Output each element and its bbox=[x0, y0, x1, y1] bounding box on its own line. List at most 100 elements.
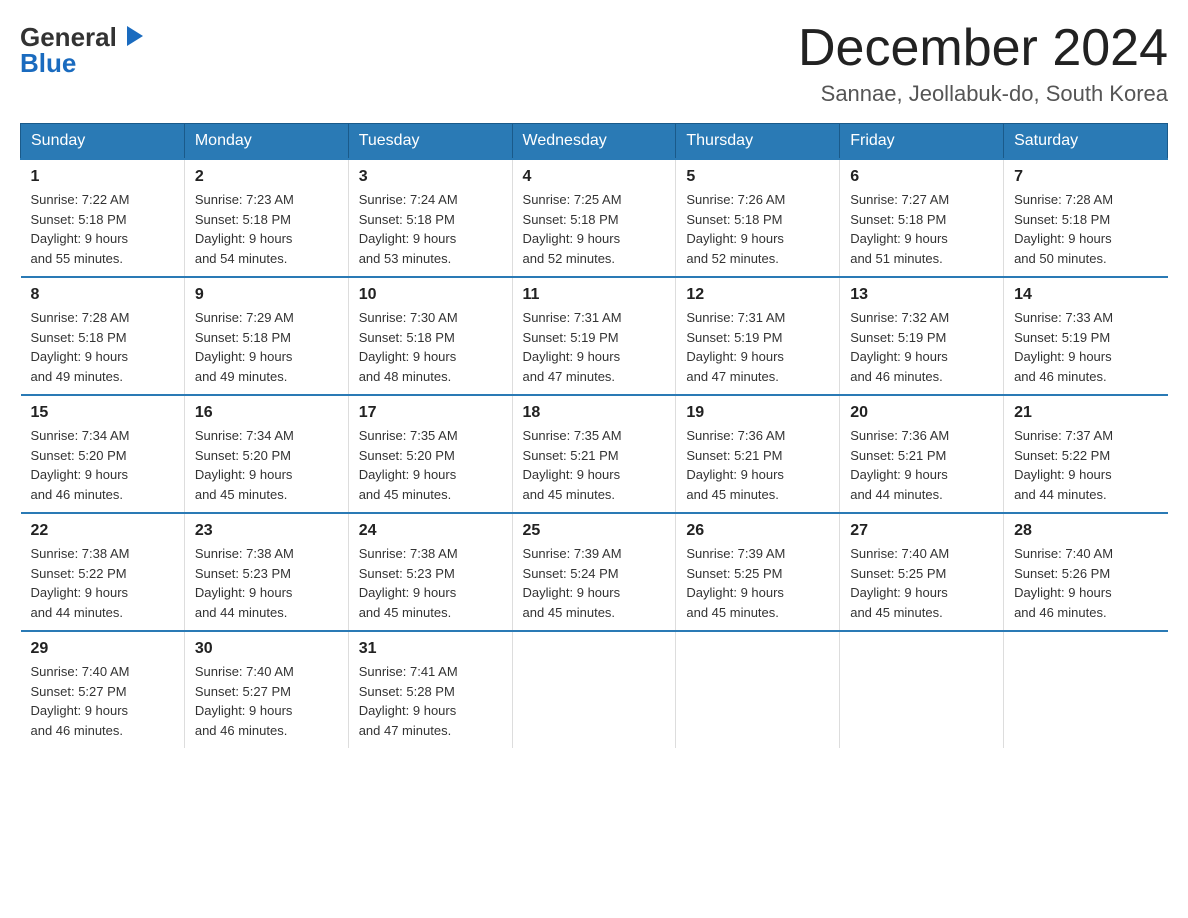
calendar-cell: 8 Sunrise: 7:28 AM Sunset: 5:18 PM Dayli… bbox=[21, 277, 185, 395]
calendar-cell: 25 Sunrise: 7:39 AM Sunset: 5:24 PM Dayl… bbox=[512, 513, 676, 631]
calendar-table: SundayMondayTuesdayWednesdayThursdayFrid… bbox=[20, 123, 1168, 748]
day-info: Sunrise: 7:40 AM Sunset: 5:25 PM Dayligh… bbox=[850, 544, 993, 622]
week-row-4: 22 Sunrise: 7:38 AM Sunset: 5:22 PM Dayl… bbox=[21, 513, 1168, 631]
day-info: Sunrise: 7:28 AM Sunset: 5:18 PM Dayligh… bbox=[31, 308, 174, 386]
calendar-cell: 10 Sunrise: 7:30 AM Sunset: 5:18 PM Dayl… bbox=[348, 277, 512, 395]
day-number: 19 bbox=[686, 404, 829, 422]
week-row-3: 15 Sunrise: 7:34 AM Sunset: 5:20 PM Dayl… bbox=[21, 395, 1168, 513]
day-number: 20 bbox=[850, 404, 993, 422]
day-info: Sunrise: 7:31 AM Sunset: 5:19 PM Dayligh… bbox=[523, 308, 666, 386]
calendar-cell: 15 Sunrise: 7:34 AM Sunset: 5:20 PM Dayl… bbox=[21, 395, 185, 513]
day-info: Sunrise: 7:30 AM Sunset: 5:18 PM Dayligh… bbox=[359, 308, 502, 386]
title-area: December 2024 Sannae, Jeollabuk-do, Sout… bbox=[798, 20, 1168, 107]
day-number: 27 bbox=[850, 522, 993, 540]
day-number: 4 bbox=[523, 168, 666, 186]
day-number: 18 bbox=[523, 404, 666, 422]
day-number: 29 bbox=[31, 640, 174, 658]
logo-general-text: General bbox=[20, 24, 117, 50]
week-row-5: 29 Sunrise: 7:40 AM Sunset: 5:27 PM Dayl… bbox=[21, 631, 1168, 748]
day-number: 10 bbox=[359, 286, 502, 304]
day-number: 15 bbox=[31, 404, 174, 422]
day-number: 31 bbox=[359, 640, 502, 658]
day-info: Sunrise: 7:22 AM Sunset: 5:18 PM Dayligh… bbox=[31, 190, 174, 268]
day-info: Sunrise: 7:36 AM Sunset: 5:21 PM Dayligh… bbox=[686, 426, 829, 504]
calendar-cell: 17 Sunrise: 7:35 AM Sunset: 5:20 PM Dayl… bbox=[348, 395, 512, 513]
week-row-2: 8 Sunrise: 7:28 AM Sunset: 5:18 PM Dayli… bbox=[21, 277, 1168, 395]
day-info: Sunrise: 7:25 AM Sunset: 5:18 PM Dayligh… bbox=[523, 190, 666, 268]
day-number: 21 bbox=[1014, 404, 1157, 422]
calendar-cell: 29 Sunrise: 7:40 AM Sunset: 5:27 PM Dayl… bbox=[21, 631, 185, 748]
day-info: Sunrise: 7:34 AM Sunset: 5:20 PM Dayligh… bbox=[195, 426, 338, 504]
day-number: 9 bbox=[195, 286, 338, 304]
day-info: Sunrise: 7:36 AM Sunset: 5:21 PM Dayligh… bbox=[850, 426, 993, 504]
day-number: 2 bbox=[195, 168, 338, 186]
calendar-cell: 11 Sunrise: 7:31 AM Sunset: 5:19 PM Dayl… bbox=[512, 277, 676, 395]
logo: General Blue bbox=[20, 20, 147, 76]
day-info: Sunrise: 7:40 AM Sunset: 5:27 PM Dayligh… bbox=[31, 662, 174, 740]
day-number: 3 bbox=[359, 168, 502, 186]
calendar-cell bbox=[512, 631, 676, 748]
day-info: Sunrise: 7:38 AM Sunset: 5:22 PM Dayligh… bbox=[31, 544, 174, 622]
day-number: 7 bbox=[1014, 168, 1157, 186]
calendar-cell: 27 Sunrise: 7:40 AM Sunset: 5:25 PM Dayl… bbox=[840, 513, 1004, 631]
calendar-cell: 12 Sunrise: 7:31 AM Sunset: 5:19 PM Dayl… bbox=[676, 277, 840, 395]
calendar-cell: 16 Sunrise: 7:34 AM Sunset: 5:20 PM Dayl… bbox=[184, 395, 348, 513]
calendar-cell: 23 Sunrise: 7:38 AM Sunset: 5:23 PM Dayl… bbox=[184, 513, 348, 631]
calendar-cell: 13 Sunrise: 7:32 AM Sunset: 5:19 PM Dayl… bbox=[840, 277, 1004, 395]
day-info: Sunrise: 7:24 AM Sunset: 5:18 PM Dayligh… bbox=[359, 190, 502, 268]
day-number: 13 bbox=[850, 286, 993, 304]
day-info: Sunrise: 7:34 AM Sunset: 5:20 PM Dayligh… bbox=[31, 426, 174, 504]
calendar-cell: 20 Sunrise: 7:36 AM Sunset: 5:21 PM Dayl… bbox=[840, 395, 1004, 513]
logo-blue-text: Blue bbox=[20, 50, 76, 76]
day-info: Sunrise: 7:37 AM Sunset: 5:22 PM Dayligh… bbox=[1014, 426, 1157, 504]
header-thursday: Thursday bbox=[676, 124, 840, 160]
calendar-cell: 6 Sunrise: 7:27 AM Sunset: 5:18 PM Dayli… bbox=[840, 159, 1004, 277]
location-title: Sannae, Jeollabuk-do, South Korea bbox=[798, 81, 1168, 107]
day-number: 28 bbox=[1014, 522, 1157, 540]
day-info: Sunrise: 7:27 AM Sunset: 5:18 PM Dayligh… bbox=[850, 190, 993, 268]
day-info: Sunrise: 7:33 AM Sunset: 5:19 PM Dayligh… bbox=[1014, 308, 1157, 386]
day-info: Sunrise: 7:38 AM Sunset: 5:23 PM Dayligh… bbox=[359, 544, 502, 622]
day-info: Sunrise: 7:40 AM Sunset: 5:27 PM Dayligh… bbox=[195, 662, 338, 740]
header: General Blue December 2024 Sannae, Jeoll… bbox=[20, 20, 1168, 107]
calendar-cell: 3 Sunrise: 7:24 AM Sunset: 5:18 PM Dayli… bbox=[348, 159, 512, 277]
day-number: 17 bbox=[359, 404, 502, 422]
calendar-cell: 14 Sunrise: 7:33 AM Sunset: 5:19 PM Dayl… bbox=[1004, 277, 1168, 395]
day-number: 12 bbox=[686, 286, 829, 304]
day-number: 6 bbox=[850, 168, 993, 186]
day-info: Sunrise: 7:26 AM Sunset: 5:18 PM Dayligh… bbox=[686, 190, 829, 268]
day-info: Sunrise: 7:40 AM Sunset: 5:26 PM Dayligh… bbox=[1014, 544, 1157, 622]
calendar-cell: 2 Sunrise: 7:23 AM Sunset: 5:18 PM Dayli… bbox=[184, 159, 348, 277]
calendar-cell: 22 Sunrise: 7:38 AM Sunset: 5:22 PM Dayl… bbox=[21, 513, 185, 631]
calendar-cell: 31 Sunrise: 7:41 AM Sunset: 5:28 PM Dayl… bbox=[348, 631, 512, 748]
header-tuesday: Tuesday bbox=[348, 124, 512, 160]
calendar-cell: 19 Sunrise: 7:36 AM Sunset: 5:21 PM Dayl… bbox=[676, 395, 840, 513]
day-number: 24 bbox=[359, 522, 502, 540]
header-monday: Monday bbox=[184, 124, 348, 160]
day-info: Sunrise: 7:28 AM Sunset: 5:18 PM Dayligh… bbox=[1014, 190, 1157, 268]
week-row-1: 1 Sunrise: 7:22 AM Sunset: 5:18 PM Dayli… bbox=[21, 159, 1168, 277]
day-info: Sunrise: 7:38 AM Sunset: 5:23 PM Dayligh… bbox=[195, 544, 338, 622]
day-number: 14 bbox=[1014, 286, 1157, 304]
month-title: December 2024 bbox=[798, 20, 1168, 77]
day-info: Sunrise: 7:23 AM Sunset: 5:18 PM Dayligh… bbox=[195, 190, 338, 268]
day-number: 16 bbox=[195, 404, 338, 422]
header-sunday: Sunday bbox=[21, 124, 185, 160]
day-info: Sunrise: 7:41 AM Sunset: 5:28 PM Dayligh… bbox=[359, 662, 502, 740]
day-number: 11 bbox=[523, 286, 666, 304]
day-number: 30 bbox=[195, 640, 338, 658]
day-info: Sunrise: 7:31 AM Sunset: 5:19 PM Dayligh… bbox=[686, 308, 829, 386]
day-number: 23 bbox=[195, 522, 338, 540]
calendar-cell: 30 Sunrise: 7:40 AM Sunset: 5:27 PM Dayl… bbox=[184, 631, 348, 748]
calendar-cell: 5 Sunrise: 7:26 AM Sunset: 5:18 PM Dayli… bbox=[676, 159, 840, 277]
day-info: Sunrise: 7:32 AM Sunset: 5:19 PM Dayligh… bbox=[850, 308, 993, 386]
calendar-cell: 9 Sunrise: 7:29 AM Sunset: 5:18 PM Dayli… bbox=[184, 277, 348, 395]
calendar-cell: 1 Sunrise: 7:22 AM Sunset: 5:18 PM Dayli… bbox=[21, 159, 185, 277]
day-number: 1 bbox=[31, 168, 174, 186]
day-info: Sunrise: 7:35 AM Sunset: 5:20 PM Dayligh… bbox=[359, 426, 502, 504]
calendar-cell bbox=[840, 631, 1004, 748]
calendar-cell: 18 Sunrise: 7:35 AM Sunset: 5:21 PM Dayl… bbox=[512, 395, 676, 513]
calendar-cell: 28 Sunrise: 7:40 AM Sunset: 5:26 PM Dayl… bbox=[1004, 513, 1168, 631]
calendar-cell bbox=[676, 631, 840, 748]
header-saturday: Saturday bbox=[1004, 124, 1168, 160]
